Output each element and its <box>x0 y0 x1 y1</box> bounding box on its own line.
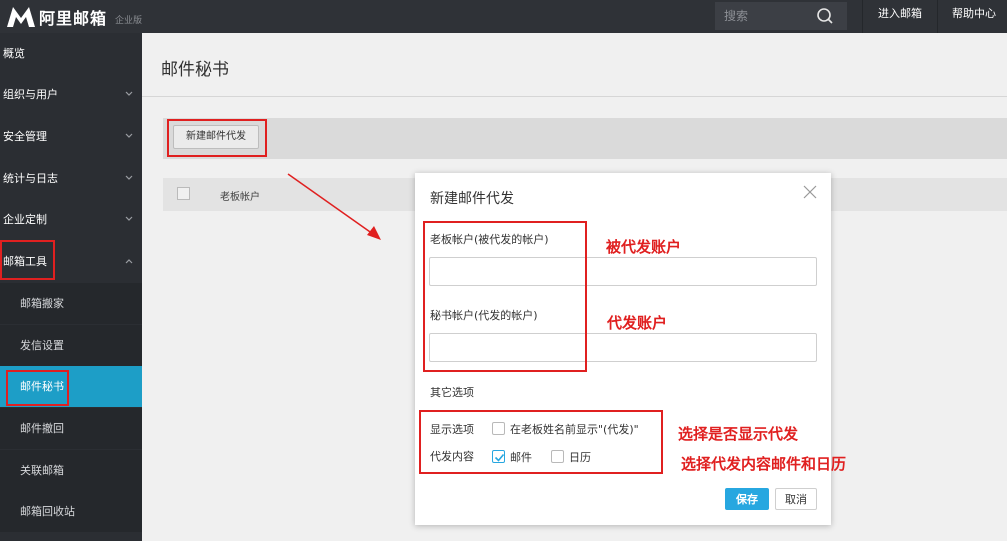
enter-mailbox-link[interactable]: 进入邮箱 <box>878 0 922 33</box>
save-button[interactable]: 保存 <box>725 488 769 510</box>
top-bar: 阿里邮箱 企业版 进入邮箱 帮助中心 <box>0 0 1007 33</box>
sidebar-item-label: 安全管理 <box>3 130 47 143</box>
highlight-mail-tools <box>0 240 55 280</box>
edition-label: 企业版 <box>115 15 143 26</box>
annotation-display-option: 选择是否显示代发 <box>678 425 799 443</box>
sidebar-item-send-settings[interactable]: 发信设置 <box>0 325 142 366</box>
sidebar-item-mail-recall[interactable]: 邮件撤回 <box>0 408 142 449</box>
sidebar-item-label: 关联邮箱 <box>20 464 64 477</box>
brand-name: 阿里邮箱 <box>39 9 108 28</box>
sidebar-item-label: 企业定制 <box>3 213 47 226</box>
divider <box>937 0 938 33</box>
highlight-new-button <box>167 119 267 157</box>
highlight-options <box>419 410 663 474</box>
annotation-content-option: 选择代发内容邮件和日历 <box>681 455 847 473</box>
divider <box>862 0 863 33</box>
chevron-down-icon <box>125 91 133 96</box>
sidebar: 概览 组织与用户 安全管理 统计与日志 企业定制 邮箱工具 邮箱搬家 发信设置 … <box>0 33 142 541</box>
sidebar-item-org-users[interactable]: 组织与用户 <box>0 74 142 115</box>
sidebar-item-label: 发信设置 <box>20 339 64 352</box>
chevron-up-icon <box>125 259 133 264</box>
sidebar-item-recycle-bin[interactable]: 邮箱回收站 <box>0 491 142 532</box>
sidebar-item-linked-mailbox[interactable]: 关联邮箱 <box>0 450 142 491</box>
sidebar-item-customization[interactable]: 企业定制 <box>0 199 142 240</box>
chevron-down-icon <box>125 133 133 138</box>
logo[interactable]: 阿里邮箱 企业版 <box>6 5 142 29</box>
search-input[interactable] <box>715 2 810 30</box>
sidebar-item-label: 概览 <box>3 47 25 60</box>
annotation-boss-account: 被代发账户 <box>606 238 682 256</box>
sidebar-item-mail-migration[interactable]: 邮箱搬家 <box>0 283 142 324</box>
annotation-secretary-account: 代发账户 <box>607 314 668 332</box>
sidebar-item-label: 统计与日志 <box>3 172 58 185</box>
sidebar-item-label: 邮箱回收站 <box>20 505 75 518</box>
dialog-title: 新建邮件代发 <box>430 191 514 207</box>
other-options-label: 其它选项 <box>430 386 474 399</box>
search-icon[interactable] <box>813 5 837 27</box>
sidebar-item-label: 邮件撤回 <box>20 422 64 435</box>
chevron-down-icon <box>125 216 133 221</box>
highlight-account-fields <box>423 221 587 372</box>
highlight-mail-secretary <box>6 370 69 406</box>
help-center-link[interactable]: 帮助中心 <box>952 0 996 33</box>
sidebar-item-label: 组织与用户 <box>3 88 58 101</box>
cancel-button[interactable]: 取消 <box>775 488 817 510</box>
chevron-down-icon <box>125 175 133 180</box>
close-icon[interactable] <box>803 185 817 199</box>
sidebar-item-label: 邮箱搬家 <box>20 297 64 310</box>
search-box <box>715 2 847 30</box>
sidebar-item-security[interactable]: 安全管理 <box>0 116 142 157</box>
sidebar-item-stats-logs[interactable]: 统计与日志 <box>0 158 142 199</box>
annotation-arrow-icon <box>287 173 381 240</box>
logo-icon <box>7 7 35 27</box>
sidebar-item-overview[interactable]: 概览 <box>0 33 142 74</box>
